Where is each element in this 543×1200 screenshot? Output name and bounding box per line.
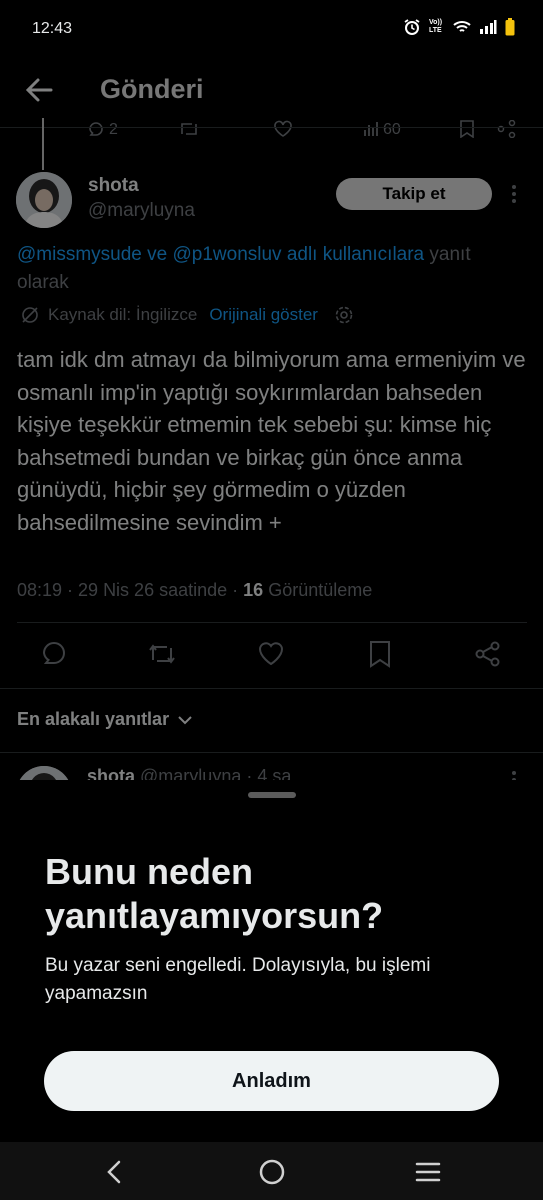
nav-back-icon[interactable] — [106, 1160, 122, 1184]
reply-sort-dropdown[interactable]: En alakalı yanıtlar — [17, 709, 193, 730]
reply-sort-label: En alakalı yanıtlar — [17, 709, 170, 729]
settings-gear-icon[interactable] — [334, 305, 354, 325]
share-icon[interactable] — [497, 120, 517, 138]
prev-view-count: 60 — [383, 121, 401, 138]
sheet-title: Bunu neden yanıtlayamıyorsun? — [45, 851, 384, 936]
bookmark-icon[interactable] — [368, 640, 398, 670]
tweet-metadata: 08:19 · 29 Nis 26 saatinde · 16 Görüntül… — [17, 580, 372, 601]
back-arrow-icon[interactable] — [24, 76, 54, 104]
share-icon[interactable] — [474, 640, 504, 670]
prev-tweet-actions: 2 60 — [85, 118, 525, 140]
page-title: Gönderi — [100, 74, 204, 104]
tweet-timestamp: 08:19 · 29 Nis 26 saatinde · — [17, 580, 239, 600]
reply-icon[interactable] — [87, 120, 105, 138]
translate-icon — [20, 305, 40, 325]
views-label: Görüntüleme — [268, 580, 373, 600]
retweet-icon[interactable] — [147, 640, 177, 670]
chevron-down-icon — [177, 715, 193, 725]
prev-reply-count: 2 — [109, 121, 118, 138]
like-icon[interactable] — [257, 640, 287, 670]
nav-home-icon[interactable] — [259, 1159, 285, 1185]
more-options-icon[interactable] — [511, 184, 517, 204]
show-original-link[interactable]: Orijinali göster — [209, 305, 318, 325]
follow-button[interactable]: Takip et — [336, 178, 492, 210]
like-icon[interactable] — [273, 120, 293, 138]
translation-bar: Kaynak dil: İngilizce Orijinali göster — [20, 305, 354, 325]
replying-to: @missmysude ve @p1wonsluv adlı kullanıcı… — [17, 241, 527, 297]
divider — [17, 622, 527, 623]
source-language-label: Kaynak dil: İngilizce — [48, 305, 198, 324]
views-count: 16 — [243, 580, 264, 600]
author-handle[interactable]: @maryluyna — [88, 200, 195, 222]
views-icon — [363, 121, 379, 137]
nav-recents-icon[interactable] — [415, 1162, 441, 1182]
retweet-icon[interactable] — [178, 120, 200, 138]
replying-to-users-link[interactable]: @missmysude ve @p1wonsluv adlı kullanıcı… — [17, 244, 424, 265]
reply-icon[interactable] — [40, 640, 70, 670]
divider — [0, 688, 543, 689]
post-view-dimmed: Gönderi 2 60 shota @maryluyna Takip et @… — [0, 0, 543, 822]
got-it-button[interactable]: Anladım — [44, 1051, 499, 1111]
thread-line — [42, 118, 44, 170]
sheet-message: Bu yazar seni engelledi. Dolayısıyla, bu… — [45, 955, 431, 1004]
bookmark-icon[interactable] — [459, 120, 475, 138]
sheet-drag-handle[interactable] — [248, 792, 296, 798]
avatar[interactable] — [16, 172, 72, 228]
divider — [0, 752, 543, 753]
system-nav-bar — [0, 1142, 543, 1200]
tweet-text: tam idk dm atmayı da bilmiyorum ama erme… — [17, 347, 526, 535]
author-name[interactable]: shota — [88, 175, 139, 197]
divider — [0, 127, 543, 128]
